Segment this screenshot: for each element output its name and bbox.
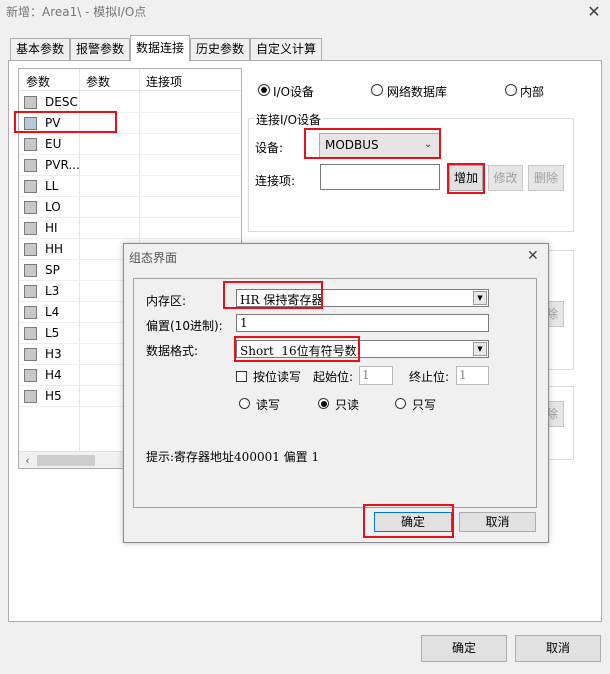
window-close-icon[interactable]: ✕: [581, 0, 607, 24]
chevron-down-icon: ▼: [473, 291, 487, 305]
row-label: LO: [45, 200, 61, 214]
end-bit-label: 终止位:: [409, 370, 450, 384]
row-label: HI: [45, 221, 58, 235]
row-checkbox[interactable]: [24, 327, 37, 340]
row-checkbox[interactable]: [24, 369, 37, 382]
radio-network-db[interactable]: [371, 84, 383, 96]
list-item[interactable]: LO: [19, 197, 241, 218]
list-item[interactable]: DESC: [19, 92, 241, 113]
start-bit-label: 起始位:: [313, 370, 354, 384]
data-format-label: 数据格式:: [146, 344, 199, 358]
bit-read-checkbox[interactable]: [236, 371, 247, 382]
row-checkbox[interactable]: [24, 264, 37, 277]
offset-label: 偏置(10进制):: [146, 319, 223, 333]
radio-internal[interactable]: [505, 84, 517, 96]
dialog-title: 组态界面: [129, 251, 178, 265]
column-header-param[interactable]: 参数: [26, 73, 50, 90]
row-label: L4: [45, 305, 60, 319]
row-label: SP: [45, 263, 60, 277]
chevron-down-icon: ▼: [473, 342, 487, 356]
radio-io-device[interactable]: [258, 84, 270, 96]
dialog-close-icon[interactable]: ✕: [527, 248, 539, 264]
row-label: H5: [45, 389, 62, 403]
dialog-cancel-button[interactable]: 取消: [459, 512, 536, 532]
row-label: DESC: [45, 95, 78, 109]
end-bit-input[interactable]: 1: [456, 366, 489, 385]
tab-data-connection[interactable]: 数据连接: [130, 35, 190, 61]
column-header-param-2[interactable]: 参数: [86, 73, 110, 90]
column-header-connection[interactable]: 连接项: [146, 73, 182, 90]
window-title: 新增：Area1\ - 模拟I/O点: [6, 5, 147, 19]
radio-write-only-label: 只写: [412, 398, 437, 412]
row-label: L3: [45, 284, 60, 298]
highlight-device: [304, 128, 441, 159]
row-label: LL: [45, 179, 59, 193]
list-header: 参数 参数 连接项: [19, 69, 241, 91]
list-item[interactable]: PVR...: [19, 155, 241, 176]
row-checkbox[interactable]: [24, 222, 37, 235]
radio-read-only[interactable]: [318, 398, 329, 409]
row-label: EU: [45, 137, 62, 151]
tab-basic[interactable]: 基本参数: [10, 38, 70, 60]
radio-read-write-label: 读写: [256, 398, 281, 412]
tab-history[interactable]: 历史参数: [190, 38, 250, 60]
delete-button[interactable]: 删除: [528, 165, 564, 191]
device-label: 设备:: [255, 141, 284, 155]
row-checkbox[interactable]: [24, 348, 37, 361]
row-label: L5: [45, 326, 60, 340]
list-item[interactable]: LL: [19, 176, 241, 197]
row-checkbox[interactable]: [24, 285, 37, 298]
start-bit-input[interactable]: 1: [359, 366, 393, 385]
list-item[interactable]: EU: [19, 134, 241, 155]
dialog-panel: [133, 278, 537, 508]
connection-item-input[interactable]: [320, 164, 440, 190]
row-checkbox[interactable]: [24, 138, 37, 151]
offset-input[interactable]: 1: [236, 314, 489, 332]
ok-button[interactable]: 确定: [421, 635, 507, 662]
list-item[interactable]: HI: [19, 218, 241, 239]
row-checkbox[interactable]: [24, 390, 37, 403]
row-label: PVR...: [45, 158, 80, 172]
row-label: H4: [45, 368, 62, 382]
row-checkbox[interactable]: [24, 159, 37, 172]
address-hint: 提示:寄存器地址400001 偏置 1: [146, 450, 320, 464]
memory-area-label: 内存区:: [146, 294, 187, 308]
row-label: H3: [45, 347, 62, 361]
highlight-pv-row: [14, 111, 117, 133]
row-checkbox[interactable]: [24, 96, 37, 109]
cancel-button[interactable]: 取消: [515, 635, 601, 662]
highlight-memory-area: [223, 281, 323, 309]
bit-read-label: 按位读写: [253, 370, 302, 384]
connect-io-group-title: 连接I/O设备: [254, 111, 324, 128]
radio-io-device-label: I/O设备: [273, 85, 315, 99]
radio-network-db-label: 网络数据库: [387, 85, 448, 99]
radio-internal-label: 内部: [520, 85, 545, 99]
highlight-dialog-ok: [363, 504, 454, 538]
row-checkbox[interactable]: [24, 243, 37, 256]
tab-custom-calc[interactable]: 自定义计算: [250, 38, 322, 60]
edit-button[interactable]: 修改: [488, 165, 523, 191]
scroll-left-icon[interactable]: ‹: [19, 453, 36, 468]
radio-write-only[interactable]: [395, 398, 406, 409]
row-label: HH: [45, 242, 64, 256]
connection-item-label: 连接项:: [255, 174, 296, 188]
row-checkbox[interactable]: [24, 180, 37, 193]
radio-read-only-label: 只读: [335, 398, 360, 412]
highlight-data-format: [234, 336, 360, 362]
scroll-thumb[interactable]: [37, 455, 95, 466]
row-checkbox[interactable]: [24, 201, 37, 214]
radio-read-write[interactable]: [239, 398, 250, 409]
tab-alarm[interactable]: 报警参数: [70, 38, 130, 60]
highlight-add: [447, 163, 485, 194]
row-checkbox[interactable]: [24, 306, 37, 319]
